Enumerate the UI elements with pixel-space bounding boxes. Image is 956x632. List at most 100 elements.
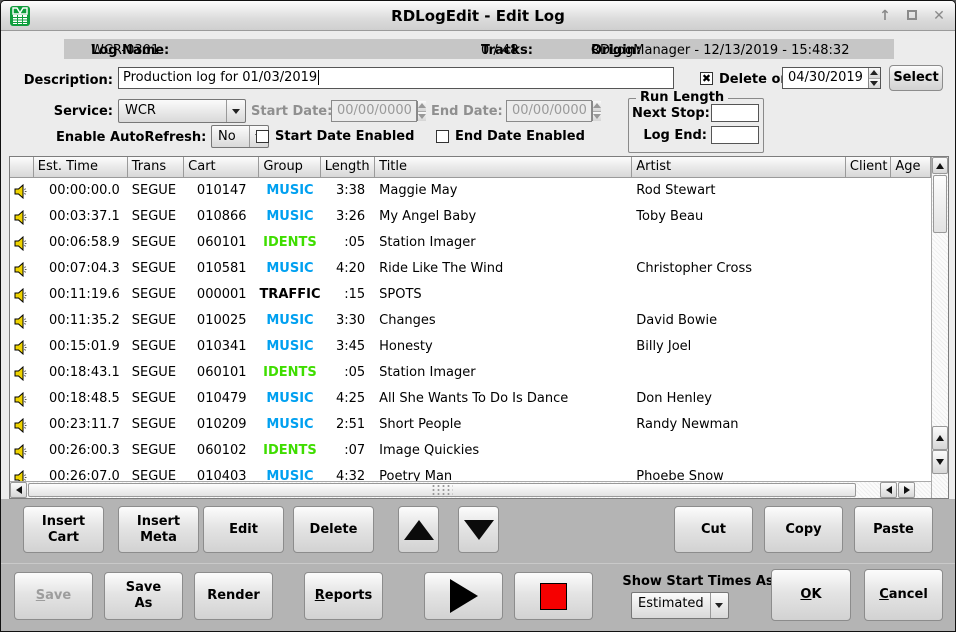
copy-button[interactable]: Copy — [764, 506, 843, 553]
horizontal-scrollbar-thumb[interactable] — [28, 483, 856, 497]
horizontal-scrollbar[interactable] — [10, 481, 931, 498]
log-table-row[interactable]: 00:03:37.1 SEGUE 010866 MUSIC 3:26 My An… — [10, 204, 931, 230]
scroll-right-icon[interactable] — [898, 482, 915, 498]
render-button[interactable]: Render — [194, 572, 273, 620]
delete-date-field[interactable]: 04/30/2019 — [782, 67, 881, 89]
cell-cart: 010025 — [184, 308, 259, 334]
log-table-row[interactable]: 00:18:43.1 SEGUE 060101 IDENTS :05 Stati… — [10, 360, 931, 386]
cell-est-time: 00:11:35.2 — [34, 308, 128, 334]
select-button[interactable]: Select — [889, 65, 943, 91]
column-header-icon[interactable] — [10, 157, 34, 178]
cancel-button[interactable]: Cancel — [864, 569, 943, 621]
origin-value: RDLogManager - 12/13/2019 - 15:48:32 — [591, 43, 849, 58]
service-combo[interactable]: WCR — [118, 99, 246, 123]
audio-speaker-icon — [10, 256, 34, 282]
close-window-icon[interactable]: ✕ — [931, 8, 947, 24]
cell-group: IDENTS — [259, 438, 320, 464]
stop-button[interactable] — [514, 572, 593, 620]
cell-est-time: 00:03:37.1 — [34, 204, 128, 230]
start-date-spin-down — [418, 111, 426, 122]
column-header-age[interactable]: Age — [891, 157, 931, 178]
scroll-left-icon[interactable] — [10, 482, 27, 498]
move-down-button[interactable] — [458, 506, 499, 553]
insert-meta-button[interactable]: Insert Meta — [118, 506, 199, 553]
column-header-trans[interactable]: Trans — [128, 157, 184, 178]
up-arrow-icon — [404, 520, 434, 540]
column-header-cart[interactable]: Cart — [184, 157, 259, 178]
cell-est-time: 00:18:43.1 — [34, 360, 128, 386]
paste-button[interactable]: Paste — [854, 506, 933, 553]
cell-group: MUSIC — [259, 308, 320, 334]
cell-artist: Don Henley — [632, 386, 846, 412]
log-table-row[interactable]: 00:11:19.6 SEGUE 000001 TRAFFIC :15 SPOT… — [10, 282, 931, 308]
play-button[interactable] — [424, 572, 503, 620]
insert-cart-button[interactable]: Insert Cart — [23, 506, 104, 553]
column-header-group[interactable]: Group — [259, 157, 320, 178]
log-table-header: Est. TimeTransCartGroupLengthTitleArtist… — [10, 157, 931, 178]
log-table-row[interactable]: 00:26:00.3 SEGUE 060102 IDENTS :07 Image… — [10, 438, 931, 464]
move-up-button[interactable] — [398, 506, 439, 553]
ok-button[interactable]: OK — [771, 569, 851, 621]
cell-age — [891, 256, 931, 282]
cell-est-time: 00:07:04.3 — [34, 256, 128, 282]
autorefresh-value: No — [212, 126, 249, 147]
vertical-scrollbar[interactable] — [931, 157, 948, 498]
scroll-up-icon[interactable] — [932, 426, 948, 450]
next-stop-field — [711, 104, 759, 122]
scroll-down-icon[interactable] — [932, 450, 948, 474]
reports-button[interactable]: Reports — [304, 572, 383, 620]
vertical-scrollbar-thumb[interactable] — [933, 175, 947, 233]
chevron-down-icon — [715, 603, 723, 608]
delete-date-spin-down[interactable] — [869, 78, 880, 89]
enable-autorefresh-label: Enable AutoRefresh: — [56, 130, 206, 145]
title-bar[interactable]: RDLogEdit - Edit Log ↑ ✕ — [1, 1, 955, 31]
log-table-row[interactable]: 00:26:07.0 SEGUE 010403 MUSIC 4:32 Poetr… — [10, 464, 931, 481]
column-header-artist[interactable]: Artist — [632, 157, 846, 178]
start-date-enabled-checkbox[interactable] — [256, 130, 269, 143]
save-as-button[interactable]: Save As — [104, 572, 183, 620]
description-input[interactable]: Production log for 01/03/2019 — [118, 67, 674, 89]
log-table-row[interactable]: 00:07:04.3 SEGUE 010581 MUSIC 4:20 Ride … — [10, 256, 931, 282]
cell-client — [846, 360, 891, 386]
tracks-value: 0 / 48 — [481, 43, 518, 58]
log-table-row[interactable]: 00:18:48.5 SEGUE 010479 MUSIC 4:25 All S… — [10, 386, 931, 412]
cell-client — [846, 386, 891, 412]
log-table-row[interactable]: 00:00:00.0 SEGUE 010147 MUSIC 3:38 Maggi… — [10, 178, 931, 204]
scroll-up-icon[interactable] — [932, 157, 948, 174]
cell-cart: 000001 — [184, 282, 259, 308]
end-date-enabled-checkbox[interactable] — [436, 130, 449, 143]
shade-window-icon[interactable]: ↑ — [877, 8, 893, 24]
action-button-panel: Save Save As Render Reports Show Start T… — [1, 563, 956, 632]
cell-cart: 060101 — [184, 360, 259, 386]
scroll-left-icon[interactable] — [880, 482, 897, 498]
audio-speaker-icon — [10, 386, 34, 412]
column-header-title[interactable]: Title — [375, 157, 632, 178]
cell-cart: 010341 — [184, 334, 259, 360]
cell-est-time: 00:15:01.9 — [34, 334, 128, 360]
cell-group: IDENTS — [259, 230, 320, 256]
delete-on-checkbox[interactable]: ✖ — [700, 72, 713, 85]
audio-speaker-icon — [10, 438, 34, 464]
cell-length: 4:20 — [321, 256, 376, 282]
column-header-client[interactable]: Client — [846, 157, 892, 178]
log-table-row[interactable]: 00:23:11.7 SEGUE 010209 MUSIC 2:51 Short… — [10, 412, 931, 438]
log-table-row[interactable]: 00:15:01.9 SEGUE 010341 MUSIC 3:45 Hones… — [10, 334, 931, 360]
log-table-row[interactable]: 00:11:35.2 SEGUE 010025 MUSIC 3:30 Chang… — [10, 308, 931, 334]
column-header-est-time[interactable]: Est. Time — [34, 157, 128, 178]
cell-trans: SEGUE — [128, 308, 184, 334]
log-table-row[interactable]: 00:06:58.9 SEGUE 060101 IDENTS :05 Stati… — [10, 230, 931, 256]
edit-button[interactable]: Edit — [203, 506, 284, 553]
delete-date-spin-up[interactable] — [869, 68, 880, 78]
show-start-times-combo[interactable]: Estimated — [631, 592, 729, 619]
cut-button[interactable]: Cut — [674, 506, 753, 553]
cell-age — [891, 464, 931, 481]
cell-age — [891, 360, 931, 386]
column-header-length[interactable]: Length — [321, 157, 375, 178]
cell-length: :15 — [321, 282, 376, 308]
maximize-window-icon[interactable] — [904, 8, 920, 24]
delete-button[interactable]: Delete — [293, 506, 374, 553]
log-name-value: WCR-0301 — [91, 43, 159, 58]
service-label: Service: — [41, 104, 113, 119]
next-stop-label: Next Stop: — [632, 106, 707, 121]
delete-date-value: 04/30/2019 — [783, 68, 868, 88]
